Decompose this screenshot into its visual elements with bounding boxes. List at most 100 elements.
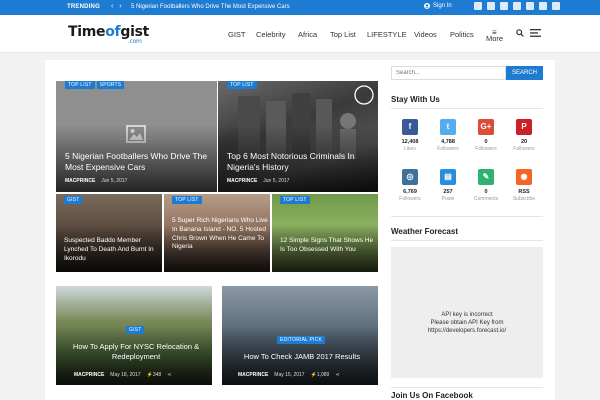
share-icon[interactable]: ⋖ xyxy=(335,372,339,378)
site-header: Timeofgist .com GIST Celebrity Africa To… xyxy=(0,15,600,53)
social-stat-google-plus[interactable]: G+ 0 Followers xyxy=(467,119,505,152)
nav-more[interactable]: ≡ More xyxy=(486,28,503,43)
social-stat-pinterest[interactable]: P 20 Followers xyxy=(505,119,543,152)
tag-group: EDITORIAL PICK xyxy=(277,336,325,344)
article-card[interactable]: GIST How To Apply For NYSC Relocation & … xyxy=(56,286,212,385)
stat-label: Comments xyxy=(473,196,499,202)
divider xyxy=(391,216,543,217)
card-meta: MACPRINCE May 18, 2017 ⚡348 ⋖ xyxy=(74,372,171,378)
sign-in-label: Sign In xyxy=(433,3,452,9)
facebook-icon[interactable] xyxy=(474,2,482,10)
trending-label: TRENDING xyxy=(67,4,100,10)
instagram-icon[interactable] xyxy=(526,2,534,10)
ticker-link[interactable]: 5 Nigerian Footballers Who Drive The Mos… xyxy=(131,4,290,10)
top-bar: TRENDING ‹ › 5 Nigerian Footballers Who … xyxy=(0,0,600,15)
card-title[interactable]: Top 6 Most Notorious Criminals In Nigeri… xyxy=(227,151,375,174)
featured-card[interactable]: TOP LIST SPORTS 5 Nigerian Footballers W… xyxy=(56,81,217,192)
social-stat-rss[interactable]: ◉ RSS Subscribe xyxy=(505,169,543,202)
comments-icon: ✎ xyxy=(478,169,494,185)
nav-videos[interactable]: Videos xyxy=(414,30,437,39)
divider xyxy=(391,240,543,241)
tag-group: TOP LIST xyxy=(227,81,257,89)
small-card[interactable]: TOP LIST 5 Super Rich Nigerians Who Live… xyxy=(164,194,270,272)
rss-icon[interactable] xyxy=(552,2,560,10)
nav-gist[interactable]: GIST xyxy=(228,30,246,39)
social-stat-instagram[interactable]: ◎ 6,769 Followers xyxy=(391,169,429,202)
stat-count: 0 xyxy=(484,189,488,195)
card-title[interactable]: 5 Nigerian Footballers Who Drive The Mos… xyxy=(65,151,215,174)
nav-lifestyle[interactable]: LIFESTYLE xyxy=(367,30,407,39)
featured-card[interactable]: TOP LIST Top 6 Most Notorious Criminals … xyxy=(218,81,378,192)
card-meta: MACPRINCE Jun 5, 2017 xyxy=(227,178,289,184)
article-card[interactable]: EDITORIAL PICK How To Check JAMB 2017 Re… xyxy=(222,286,378,385)
card-title[interactable]: 12 Simple Signs That Shows He Is Too Obs… xyxy=(280,237,376,255)
google-plus-icon[interactable] xyxy=(500,2,508,10)
tag-badge[interactable]: TOP LIST xyxy=(172,196,202,204)
stat-count: 20 xyxy=(520,139,528,145)
stay-with-us-heading: Stay With Us xyxy=(391,95,440,104)
views-count: ⚡1,089 xyxy=(311,372,330,378)
nav-africa[interactable]: Africa xyxy=(298,30,317,39)
youtube-icon[interactable] xyxy=(513,2,521,10)
social-stat-comments[interactable]: ✎ 0 Comments xyxy=(467,169,505,202)
stat-label: Followers xyxy=(513,146,535,152)
prev-arrow-icon[interactable]: ‹ xyxy=(111,3,113,10)
card-title[interactable]: Suspected Baddo Member Lynched To Death … xyxy=(64,237,160,263)
card-title[interactable]: How To Apply For NYSC Relocation & Redep… xyxy=(66,342,206,362)
tag-badge[interactable]: GIST xyxy=(64,196,83,204)
card-title[interactable]: How To Check JAMB 2017 Results xyxy=(232,352,372,362)
date: May 15, 2017 xyxy=(274,372,305,378)
stat-count: 4,788 xyxy=(441,139,455,145)
views-number: 1,089 xyxy=(316,372,330,378)
tag-badge[interactable]: GIST xyxy=(126,326,145,334)
tag-badge[interactable]: SPORTS xyxy=(96,81,125,89)
search-input[interactable] xyxy=(391,66,506,80)
views-number: 348 xyxy=(152,372,162,378)
nav-politics[interactable]: Politics xyxy=(450,30,474,39)
social-stat-posts[interactable]: ▤ 257 Posts xyxy=(429,169,467,202)
weather-heading: Weather Forecast xyxy=(391,227,458,236)
search-icon[interactable] xyxy=(516,29,524,39)
facebook-icon: f xyxy=(402,119,418,135)
hamburger-icon: ≡ xyxy=(492,28,497,37)
tag-badge[interactable]: EDITORIAL PICK xyxy=(277,336,325,344)
nav-top-list[interactable]: Top List xyxy=(330,30,356,39)
small-card[interactable]: TOP LIST 12 Simple Signs That Shows He I… xyxy=(272,194,378,272)
author[interactable]: MACPRINCE xyxy=(238,372,268,378)
google-plus-icon: G+ xyxy=(478,119,494,135)
author[interactable]: MACPRINCE xyxy=(227,178,257,184)
stat-count: 257 xyxy=(443,189,453,195)
social-stat-twitter[interactable]: t 4,788 Followers xyxy=(429,119,467,152)
tag-badge[interactable]: TOP LIST xyxy=(280,196,310,204)
tag-group: GIST xyxy=(126,326,145,334)
tag-badge[interactable]: TOP LIST xyxy=(227,81,257,89)
next-arrow-icon[interactable]: › xyxy=(119,3,121,10)
pinterest-icon[interactable] xyxy=(539,2,547,10)
stat-label: Likes xyxy=(404,146,416,152)
card-meta: MACPRINCE Jun 5, 2017 xyxy=(65,178,127,184)
search-button[interactable]: SEARCH xyxy=(506,66,543,80)
card-title[interactable]: 5 Super Rich Nigerians Who Live In Banan… xyxy=(172,217,270,252)
menu-icon[interactable] xyxy=(530,29,541,39)
stat-label: Subscribe xyxy=(512,196,536,202)
views-count: ⚡348 xyxy=(147,372,162,378)
social-stat-facebook[interactable]: f 12,408 Likes xyxy=(391,119,429,152)
small-card[interactable]: GIST Suspected Baddo Member Lynched To D… xyxy=(56,194,162,272)
weather-error-link[interactable]: https://developers.forecast.io/ xyxy=(391,328,543,334)
tag-group: TOP LIST SPORTS xyxy=(65,81,125,89)
stat-count: 0 xyxy=(484,139,488,145)
sign-in-link[interactable]: Sign In xyxy=(424,3,452,9)
site-logo[interactable]: Timeofgist .com xyxy=(68,24,149,45)
twitter-icon[interactable] xyxy=(487,2,495,10)
stat-label: Followers xyxy=(399,196,421,202)
nav-celebrity[interactable]: Celebrity xyxy=(256,30,286,39)
tag-badge[interactable]: TOP LIST xyxy=(65,81,95,89)
card-meta: MACPRINCE May 15, 2017 ⚡1,089 ⋖ xyxy=(238,372,340,378)
author[interactable]: MACPRINCE xyxy=(74,372,104,378)
author[interactable]: MACPRINCE xyxy=(65,178,95,184)
weather-error-title: API key is incorrect xyxy=(441,312,493,318)
stat-label: Posts xyxy=(441,196,455,202)
logo-text-of: of xyxy=(105,24,121,40)
tag-group: TOP LIST xyxy=(280,196,310,204)
share-icon[interactable]: ⋖ xyxy=(167,372,171,378)
